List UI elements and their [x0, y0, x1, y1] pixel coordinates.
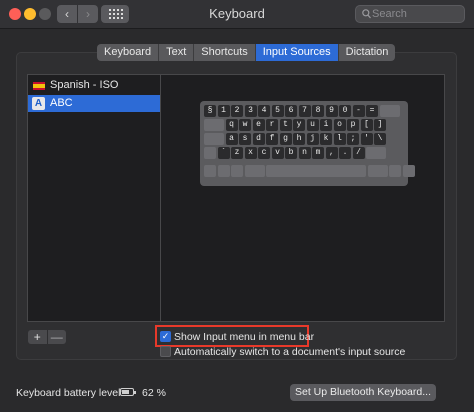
remove-source-button[interactable]: — — [46, 330, 67, 344]
blank-key — [204, 119, 224, 131]
key: m — [312, 147, 324, 159]
key: w — [239, 119, 251, 131]
blank-key — [366, 147, 386, 159]
key: [ — [360, 119, 373, 131]
key: u — [306, 119, 319, 131]
key-row-1: § 1 2 3 4 5 6 7 8 9 0- = — [204, 105, 401, 117]
blank-key — [402, 165, 415, 177]
list-item-abc[interactable]: A ABC — [28, 95, 160, 112]
key: ` — [217, 147, 230, 159]
blank-key — [379, 105, 400, 117]
key: ; — [347, 133, 359, 145]
blank-key — [204, 147, 216, 159]
key: y — [293, 119, 305, 131]
blank-key — [244, 165, 265, 177]
key: h — [293, 133, 305, 145]
key-row-2: q w e r t y u i o p[] — [204, 119, 388, 131]
key: 2 — [231, 105, 243, 117]
key: k — [320, 133, 332, 145]
key: v — [271, 147, 284, 159]
list-controls: + — — [28, 330, 66, 344]
blank-key — [217, 165, 230, 177]
key-row-4: ` z x c v b n m,. / — [204, 147, 388, 159]
title-bar: ‹ › Keyboard — [0, 0, 474, 29]
tab-keyboard[interactable]: Keyboard — [97, 44, 160, 61]
key: d — [252, 133, 265, 145]
key: 0 — [339, 105, 351, 117]
tab-dictation[interactable]: Dictation — [339, 44, 396, 61]
abc-icon: A — [32, 97, 45, 110]
key: z — [231, 147, 243, 159]
tab-text[interactable]: Text — [159, 44, 195, 61]
key: 9 — [325, 105, 338, 117]
key: r — [266, 119, 278, 131]
battery-level-label: Keyboard battery level: — [16, 387, 124, 399]
key: s — [239, 133, 251, 145]
search-icon — [362, 9, 371, 19]
battery-percent: 62 % — [142, 387, 166, 399]
key: 3 — [244, 105, 257, 117]
key: 7 — [298, 105, 311, 117]
key: e — [252, 119, 265, 131]
keyboard-layout-preview: § 1 2 3 4 5 6 7 8 9 0- = q w e r t y u i o p[] a s d f g h j k l; ' \ … — [200, 101, 415, 186]
key: t — [279, 119, 292, 131]
source-label: ABC — [50, 97, 73, 109]
key: 5 — [271, 105, 284, 117]
show-input-menu-checkbox[interactable]: ✓ — [160, 331, 171, 342]
blank-key — [266, 165, 366, 177]
key: g — [279, 133, 292, 145]
battery-icon — [120, 388, 136, 396]
setup-bluetooth-keyboard-button[interactable]: Set Up Bluetooth Keyboard... — [290, 384, 436, 401]
key: i — [320, 119, 332, 131]
show-input-menu-label[interactable]: Show Input menu in menu bar — [174, 331, 314, 343]
key: q — [225, 119, 238, 131]
key: b — [285, 147, 297, 159]
search-field[interactable] — [355, 5, 465, 23]
key: ' — [360, 133, 373, 145]
key: p — [347, 119, 359, 131]
key: l — [333, 133, 346, 145]
key: 1 — [217, 105, 230, 117]
key: ] — [374, 119, 386, 131]
key: f — [266, 133, 278, 145]
key: = — [366, 105, 378, 117]
auto-switch-checkbox[interactable] — [160, 346, 171, 357]
blank-key — [389, 165, 401, 177]
spain-flag-icon — [33, 82, 45, 90]
key: x — [244, 147, 257, 159]
key: 6 — [285, 105, 297, 117]
source-label: Spanish - ISO — [50, 79, 119, 91]
add-source-button[interactable]: + — [28, 330, 47, 344]
key: § — [204, 105, 216, 117]
key: \ — [374, 133, 386, 145]
auto-switch-label[interactable]: Automatically switch to a document's inp… — [174, 346, 405, 358]
key-row-5 — [204, 165, 416, 177]
tab-shortcuts[interactable]: Shortcuts — [194, 44, 256, 61]
key: . — [339, 147, 351, 159]
blank-key — [367, 165, 388, 177]
key: , — [325, 147, 338, 159]
key: o — [333, 119, 346, 131]
key: 4 — [258, 105, 270, 117]
blank-key — [204, 133, 224, 145]
list-item-spanish-iso[interactable]: Spanish - ISO — [28, 77, 160, 94]
key: j — [306, 133, 319, 145]
key: 8 — [312, 105, 324, 117]
blank-key — [204, 165, 216, 177]
blank-key — [231, 165, 243, 177]
search-input[interactable] — [372, 6, 462, 22]
tab-bar: Keyboard Text Shortcuts Input Sources Di… — [97, 44, 396, 61]
key: n — [298, 147, 311, 159]
tab-input-sources[interactable]: Input Sources — [255, 44, 339, 61]
input-source-list[interactable]: Spanish - ISO A ABC — [27, 74, 161, 322]
key: - — [352, 105, 365, 117]
key: c — [258, 147, 270, 159]
key: a — [225, 133, 238, 145]
key: / — [352, 147, 365, 159]
key-row-3: a s d f g h j k l; ' \ — [204, 133, 388, 145]
